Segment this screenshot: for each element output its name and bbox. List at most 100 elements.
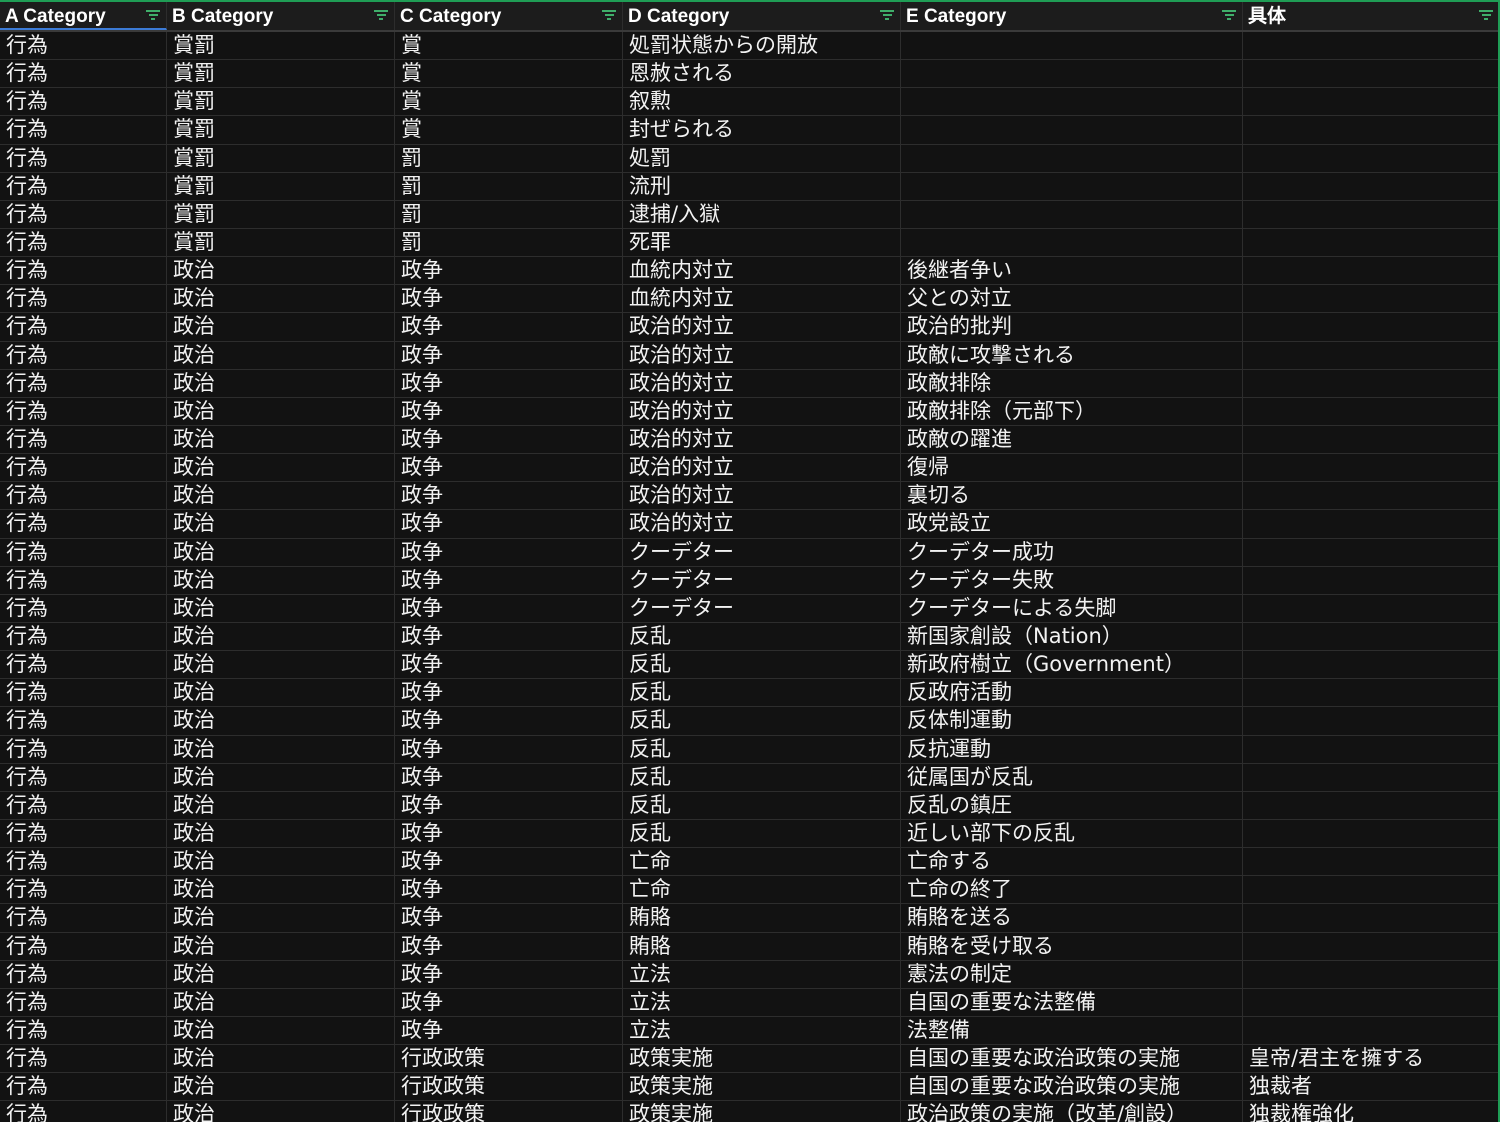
cell-a[interactable]: 行為 (0, 876, 167, 904)
cell-d[interactable]: 政治的対立 (623, 482, 901, 510)
cell-e[interactable]: 亡命する (901, 848, 1243, 876)
cell-b[interactable]: 賞罰 (167, 144, 395, 172)
header-cell-b[interactable]: B Category (167, 2, 395, 30)
cell-a[interactable]: 行為 (0, 285, 167, 313)
cell-d[interactable]: 政治的対立 (623, 454, 901, 482)
cell-d[interactable]: 血統内対立 (623, 285, 901, 313)
cell-b[interactable]: 賞罰 (167, 116, 395, 144)
cell-b[interactable]: 政治 (167, 932, 395, 960)
cell-e[interactable]: 新政府樹立（Government） (901, 651, 1243, 679)
cell-a[interactable]: 行為 (0, 1045, 167, 1073)
header-cell-c[interactable]: C Category (395, 2, 623, 30)
cell-d[interactable]: 政治的対立 (623, 425, 901, 454)
filter-icon[interactable] (880, 10, 894, 22)
cell-b[interactable]: 政治 (167, 904, 395, 932)
cell-c[interactable]: 政争 (395, 397, 623, 425)
cell-d[interactable]: 反乱 (623, 707, 901, 735)
cell-f[interactable] (1243, 32, 1500, 60)
cell-d[interactable]: 処罰状態からの開放 (623, 32, 901, 60)
cell-e[interactable] (901, 200, 1243, 228)
cell-a[interactable]: 行為 (0, 791, 167, 819)
cell-b[interactable]: 政治 (167, 960, 395, 988)
cell-f[interactable] (1243, 848, 1500, 876)
cell-c[interactable]: 行政政策 (395, 1045, 623, 1073)
cell-f[interactable] (1243, 200, 1500, 228)
cell-f[interactable]: 独裁権強化 (1243, 1101, 1500, 1122)
cell-b[interactable]: 政治 (167, 735, 395, 763)
cell-b[interactable]: 政治 (167, 482, 395, 510)
cell-e[interactable]: 政敵の躍進 (901, 425, 1243, 454)
cell-e[interactable]: 父との対立 (901, 285, 1243, 313)
cell-c[interactable]: 罰 (395, 200, 623, 228)
cell-c[interactable]: 賞 (395, 60, 623, 88)
cell-e[interactable] (901, 228, 1243, 257)
cell-c[interactable]: 政争 (395, 679, 623, 707)
cell-c[interactable]: 行政政策 (395, 1073, 623, 1101)
cell-e[interactable]: 政治政策の実施（改革/創設） (901, 1101, 1243, 1122)
cell-a[interactable]: 行為 (0, 960, 167, 988)
cell-c[interactable]: 政争 (395, 594, 623, 622)
cell-f[interactable] (1243, 763, 1500, 791)
cell-e[interactable]: 反抗運動 (901, 735, 1243, 763)
cell-d[interactable]: 政治的対立 (623, 341, 901, 369)
cell-d[interactable]: 政治的対立 (623, 510, 901, 538)
cell-b[interactable]: 政治 (167, 257, 395, 285)
cell-a[interactable]: 行為 (0, 116, 167, 144)
cell-f[interactable] (1243, 932, 1500, 960)
cell-f[interactable] (1243, 116, 1500, 144)
cell-a[interactable]: 行為 (0, 538, 167, 566)
cell-e[interactable]: 自国の重要な法整備 (901, 988, 1243, 1016)
cell-a[interactable]: 行為 (0, 594, 167, 622)
cell-a[interactable]: 行為 (0, 988, 167, 1016)
cell-b[interactable]: 政治 (167, 397, 395, 425)
cell-a[interactable]: 行為 (0, 904, 167, 932)
cell-b[interactable]: 賞罰 (167, 172, 395, 200)
cell-a[interactable]: 行為 (0, 622, 167, 651)
cell-d[interactable]: 反乱 (623, 622, 901, 651)
cell-c[interactable]: 政争 (395, 1016, 623, 1045)
cell-a[interactable]: 行為 (0, 1073, 167, 1101)
header-cell-a[interactable]: A Category (0, 2, 167, 30)
cell-b[interactable]: 政治 (167, 510, 395, 538)
cell-a[interactable]: 行為 (0, 425, 167, 454)
cell-f[interactable] (1243, 144, 1500, 172)
cell-c[interactable]: 政争 (395, 538, 623, 566)
cell-e[interactable] (901, 32, 1243, 60)
cell-b[interactable]: 賞罰 (167, 60, 395, 88)
cell-a[interactable]: 行為 (0, 454, 167, 482)
cell-a[interactable]: 行為 (0, 228, 167, 257)
cell-e[interactable] (901, 172, 1243, 200)
cell-a[interactable]: 行為 (0, 510, 167, 538)
cell-f[interactable] (1243, 876, 1500, 904)
cell-f[interactable] (1243, 566, 1500, 594)
cell-e[interactable] (901, 144, 1243, 172)
cell-f[interactable] (1243, 1016, 1500, 1045)
cell-e[interactable]: 亡命の終了 (901, 876, 1243, 904)
cell-e[interactable] (901, 116, 1243, 144)
cell-d[interactable]: 反乱 (623, 735, 901, 763)
cell-e[interactable]: 政治的批判 (901, 313, 1243, 341)
cell-c[interactable]: 罰 (395, 172, 623, 200)
cell-e[interactable]: 裏切る (901, 482, 1243, 510)
cell-f[interactable] (1243, 313, 1500, 341)
cell-b[interactable]: 政治 (167, 1073, 395, 1101)
cell-e[interactable]: クーデター失敗 (901, 566, 1243, 594)
cell-d[interactable]: 政治的対立 (623, 397, 901, 425)
cell-d[interactable]: 恩赦される (623, 60, 901, 88)
cell-f[interactable] (1243, 594, 1500, 622)
cell-b[interactable]: 政治 (167, 707, 395, 735)
cell-e[interactable]: 自国の重要な政治政策の実施 (901, 1045, 1243, 1073)
cell-c[interactable]: 政争 (395, 510, 623, 538)
cell-d[interactable]: 逮捕/入獄 (623, 200, 901, 228)
cell-e[interactable]: 政敵排除（元部下） (901, 397, 1243, 425)
cell-b[interactable]: 政治 (167, 651, 395, 679)
cell-e[interactable]: 反乱の鎮圧 (901, 791, 1243, 819)
cell-d[interactable]: 亡命 (623, 848, 901, 876)
cell-c[interactable]: 政争 (395, 566, 623, 594)
cell-c[interactable]: 賞 (395, 88, 623, 116)
cell-d[interactable]: 叙勲 (623, 88, 901, 116)
cell-a[interactable]: 行為 (0, 848, 167, 876)
cell-d[interactable]: 賄賂 (623, 932, 901, 960)
cell-c[interactable]: 政争 (395, 454, 623, 482)
cell-f[interactable] (1243, 960, 1500, 988)
